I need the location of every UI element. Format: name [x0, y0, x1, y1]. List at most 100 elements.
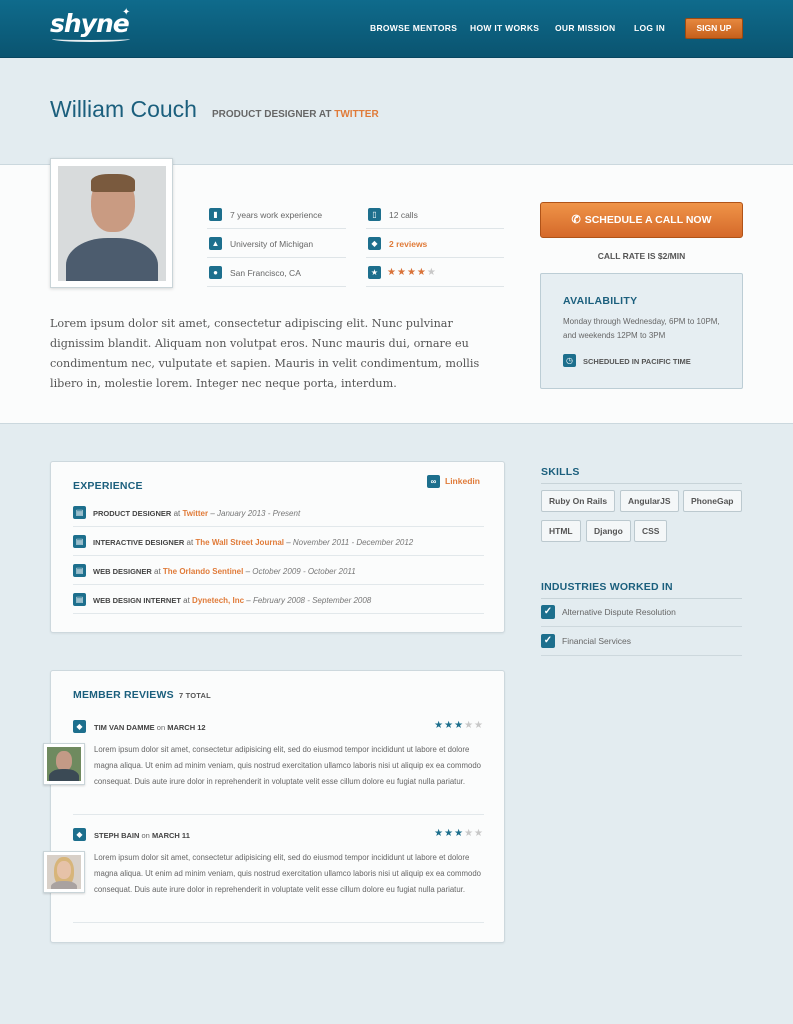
rating-star-icon: ★	[454, 720, 465, 731]
experience-line: WEB DESIGNER at The Orlando Sentinel – O…	[93, 567, 356, 576]
review-item: ◆ STEPH BAIN on MARCH 11 ★★★★★ Lorem ipsum …	[73, 824, 484, 923]
mentor-bio: Lorem ipsum dolor sit amet, consectetur …	[50, 317, 480, 390]
experience-company-link[interactable]: The Orlando Sentinel	[163, 567, 243, 576]
top-navigation-bar: shyne ✦ BROWSE MENTORS HOW IT WORKS OUR …	[0, 0, 793, 58]
fact-location-text: San Francisco, CA	[230, 268, 301, 278]
fact-experience: ▮ 7 years work experience	[207, 201, 346, 229]
industry-row: ✓ Financial Services	[541, 627, 742, 656]
nav-log-in[interactable]: LOG IN	[634, 23, 665, 33]
review-text: Lorem ipsum dolor sit amet, consectetur …	[94, 853, 482, 894]
skills-title: SKILLS	[541, 466, 580, 478]
review-author[interactable]: TIM VAN DAMME	[94, 723, 155, 732]
timezone-note: SCHEDULED IN PACIFIC TIME	[583, 357, 691, 366]
briefcase-icon: ▤	[73, 506, 86, 519]
review-date: MARCH 12	[167, 723, 206, 732]
sign-up-button[interactable]: SIGN UP	[685, 18, 743, 39]
rating-star-icon: ★	[454, 828, 465, 839]
checkbox-checked-icon[interactable]: ✓	[541, 605, 555, 619]
availability-description: Monday through Wednesday, 6PM to 10PM, a…	[563, 317, 720, 340]
rating-star-icon: ★	[464, 828, 475, 839]
review-date: MARCH 11	[151, 831, 190, 840]
schedule-call-button[interactable]: ✆ SCHEDULE A CALL NOW	[540, 202, 743, 238]
skill-tag[interactable]: Ruby On Rails	[541, 490, 616, 512]
rating-star-icon: ★	[474, 720, 484, 731]
skill-tag[interactable]: Django	[586, 520, 631, 542]
briefcase-icon: ▤	[73, 535, 86, 548]
chat-bubble-icon: ◆	[368, 237, 381, 250]
fact-reviews[interactable]: ◆ 2 reviews	[366, 230, 504, 258]
graduation-cap-icon: ▲	[209, 237, 222, 250]
mentor-role: PRODUCT DESIGNER AT TWITTER	[212, 109, 379, 120]
reviewer-avatar-image	[47, 747, 81, 781]
nav-our-mission[interactable]: OUR MISSION	[555, 23, 615, 33]
avatar-face	[56, 751, 72, 771]
experience-role: PRODUCT DESIGNER	[93, 509, 172, 518]
photo-shirt	[66, 238, 158, 281]
fact-calls-text: 12 calls	[389, 210, 418, 220]
call-rate: CALL RATE IS $2/MIN	[597, 251, 686, 261]
industry-label: Alternative Dispute Resolution	[562, 607, 676, 617]
rating-star-icon: ★	[416, 267, 427, 278]
fact-school: ▲ University of Michigan	[207, 230, 346, 258]
experience-company-link[interactable]: The Wall Street Journal	[195, 538, 284, 547]
experience-company-link[interactable]: Dynetech, Inc	[192, 596, 244, 605]
chat-bubble-icon: ◆	[73, 828, 86, 841]
logo-sparkle-icon: ✦	[122, 7, 131, 18]
experience-row: ▤ PRODUCT DESIGNER at Twitter – January 2…	[73, 498, 484, 527]
reviewer-avatar[interactable]	[43, 851, 85, 893]
checkbox-checked-icon[interactable]: ✓	[541, 634, 555, 648]
industry-label: Financial Services	[562, 636, 631, 646]
rating-star-icon: ★	[444, 828, 455, 839]
reviewer-avatar[interactable]	[43, 743, 85, 785]
rating-star-icon: ★	[434, 720, 445, 731]
nav-how-it-works[interactable]: HOW IT WORKS	[470, 23, 539, 33]
experience-at: at	[184, 538, 196, 547]
fact-experience-text: 7 years work experience	[230, 210, 323, 220]
nav-browse-mentors[interactable]: BROWSE MENTORS	[370, 23, 457, 33]
experience-row: ▤ WEB DESIGNER at The Orlando Sentinel – …	[73, 556, 484, 585]
rating-star-icon: ★	[434, 828, 445, 839]
profile-photo-image	[58, 166, 166, 281]
reviewer-avatar-image	[47, 855, 81, 889]
rating-star-icon: ★	[406, 267, 417, 278]
skill-tag[interactable]: HTML	[541, 520, 581, 542]
briefcase-icon: ▤	[73, 593, 86, 606]
reviews-total: 7 TOTAL	[178, 691, 211, 700]
experience-line: INTERACTIVE DESIGNER at The Wall Street …	[93, 538, 413, 547]
skills-divider	[541, 483, 742, 484]
experience-role: WEB DESIGNER	[93, 567, 152, 576]
experience-title: EXPERIENCE	[73, 480, 143, 492]
profile-photo	[50, 158, 173, 288]
review-on: on	[154, 723, 168, 732]
availability-title: AVAILABILITY	[563, 295, 638, 307]
review-rating: ★★★★★	[434, 720, 484, 731]
linkedin-link[interactable]: ∞ Linkedin	[427, 475, 480, 488]
skill-tag[interactable]: CSS	[634, 520, 668, 542]
experience-card: EXPERIENCE ∞ Linkedin ▤ PRODUCT DESIGNER a…	[50, 461, 505, 633]
experience-row: ▤ WEB DESIGN INTERNET at Dynetech, Inc – …	[73, 585, 484, 614]
experience-dates: – January 2013 - Present	[208, 509, 301, 518]
skill-tag[interactable]: PhoneGap	[683, 490, 742, 512]
experience-role: INTERACTIVE DESIGNER	[93, 538, 185, 547]
fact-reviews-link[interactable]: 2 reviews	[389, 239, 427, 249]
link-icon: ∞	[427, 475, 440, 488]
experience-company-link[interactable]: Twitter	[182, 509, 208, 518]
review-text: Lorem ipsum dolor sit amet, consectetur …	[94, 745, 482, 786]
logo[interactable]: shyne	[50, 9, 130, 38]
role-company-link[interactable]: TWITTER	[334, 109, 378, 120]
phone-icon: ▯	[368, 208, 381, 221]
review-author[interactable]: STEPH BAIN	[94, 831, 139, 840]
avatar-shirt	[49, 769, 79, 781]
reviews-title-text: MEMBER REVIEWS	[73, 689, 174, 701]
review-item: ◆ TIM VAN DAMME on MARCH 12 ★★★★★ Lorem ips…	[73, 716, 484, 815]
review-on: on	[139, 831, 152, 840]
phone-icon: ✆	[571, 214, 581, 226]
reviews-title: MEMBER REVIEWS 7 TOTAL	[73, 689, 211, 701]
skill-tag[interactable]: AngularJS	[620, 490, 679, 512]
logo-swoosh	[52, 36, 130, 42]
rating-star-icon: ★	[464, 720, 475, 731]
map-pin-icon: ●	[209, 266, 222, 279]
rating-stars: ★★★★★	[387, 267, 437, 278]
fact-location: ● San Francisco, CA	[207, 259, 346, 287]
experience-line: PRODUCT DESIGNER at Twitter – January 20…	[93, 509, 300, 518]
